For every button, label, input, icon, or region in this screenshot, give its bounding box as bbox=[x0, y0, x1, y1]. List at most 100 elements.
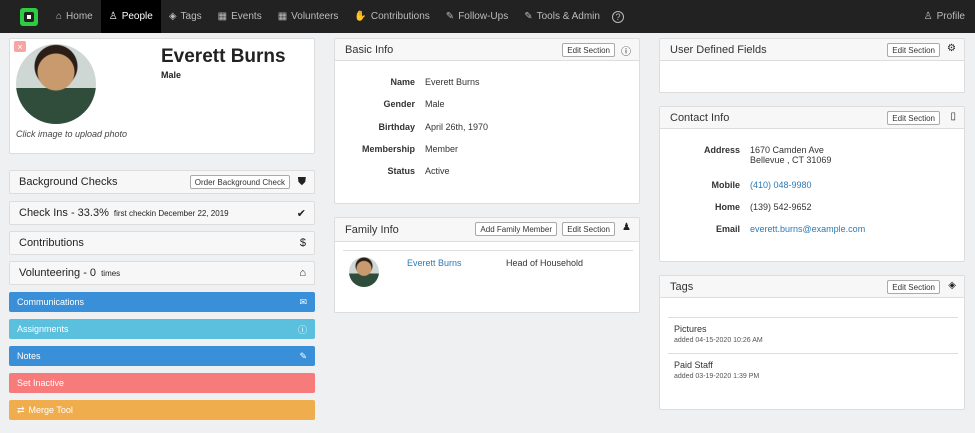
basic-row-status: Status Active bbox=[335, 166, 450, 176]
check-circle-icon: ✔ bbox=[296, 207, 306, 220]
nav-contributions[interactable]: ✋ Contributions bbox=[346, 0, 437, 33]
basic-info-card: Basic Info Edit Section ⓘ Name Everett Bu… bbox=[334, 38, 640, 204]
edit-family-info-button[interactable]: Edit Section bbox=[562, 222, 615, 236]
contact-row-address: Address 1670 Camden Ave Bellevue , CT 310… bbox=[660, 145, 831, 165]
profile-card: × Everett Burns Male Click image to uplo… bbox=[9, 38, 315, 154]
nav-label: Tools & Admin bbox=[536, 11, 600, 22]
family-member-role: Head of Household bbox=[506, 258, 584, 268]
exchange-icon: ⇄ bbox=[17, 404, 25, 415]
contact-row-email: Email everett.burns@example.com bbox=[660, 224, 865, 234]
nav-label: Events bbox=[231, 11, 262, 22]
row-value: 1670 Camden Ave Bellevue , CT 31069 bbox=[750, 145, 831, 165]
basic-info-header: Basic Info Edit Section ⓘ bbox=[335, 39, 639, 61]
row-value: Male bbox=[425, 99, 445, 109]
user-icon: ♙ bbox=[923, 11, 933, 22]
tags-icon: ◈ bbox=[168, 11, 177, 22]
row-value: Member bbox=[425, 144, 459, 154]
row-label: Membership bbox=[361, 144, 415, 154]
user-icon: ♙ bbox=[108, 11, 118, 22]
user-defined-fields-header: User Defined Fields Edit Section ⚙ bbox=[660, 39, 964, 61]
merge-tool-button[interactable]: ⇄ Merge Tool bbox=[9, 400, 315, 420]
mobile-icon: ▯ bbox=[950, 111, 956, 122]
nav-label: Tags bbox=[180, 11, 202, 22]
delete-photo-button[interactable]: × bbox=[14, 41, 26, 52]
row-label: Birthday bbox=[378, 122, 415, 132]
contact-row-mobile: Mobile (410) 048-9980 bbox=[660, 180, 812, 190]
nav-events[interactable]: ▦ Events bbox=[210, 0, 270, 33]
set-inactive-button[interactable]: Set Inactive bbox=[9, 373, 315, 393]
edit-contact-info-button[interactable]: Edit Section bbox=[887, 111, 940, 125]
panel-label: Background Checks bbox=[19, 176, 118, 188]
button-label: Communications bbox=[17, 297, 85, 307]
nav-profile[interactable]: ♙ Profile bbox=[924, 0, 965, 33]
edit-basic-info-button[interactable]: Edit Section bbox=[562, 43, 615, 57]
nav-tools-admin[interactable]: ✎ Tools & Admin bbox=[516, 0, 608, 33]
check-ins-panel[interactable]: Check Ins - 33.3% first checkin December… bbox=[9, 201, 315, 225]
email-link[interactable]: everett.burns@example.com bbox=[750, 224, 865, 234]
person-name: Everett Burns bbox=[161, 46, 286, 67]
card-title: User Defined Fields bbox=[670, 43, 767, 56]
panel-label: Check Ins - 33.3% bbox=[19, 207, 109, 219]
button-label: Assignments bbox=[17, 324, 69, 334]
nav-label: People bbox=[121, 11, 153, 22]
tag-name: Paid Staff bbox=[674, 360, 713, 370]
basic-row-birthday: Birthday April 26th, 1970 bbox=[335, 122, 488, 132]
top-navbar: ⌂ Home ♙ People ◈ Tags ▦ Events ▦ Volunteers … bbox=[0, 0, 975, 33]
assignments-button[interactable]: Assignments ⓘ bbox=[9, 319, 315, 339]
row-label: Email bbox=[715, 224, 740, 234]
card-title: Family Info bbox=[345, 223, 399, 236]
button-label: Merge Tool bbox=[28, 405, 73, 415]
info-icon: ⓘ bbox=[297, 324, 307, 335]
divider bbox=[668, 353, 958, 354]
basic-row-gender: Gender Male bbox=[335, 99, 445, 109]
home-phone: (139) 542-9652 bbox=[750, 202, 812, 212]
add-family-member-button[interactable]: Add Family Member bbox=[475, 222, 557, 236]
edit-user-defined-button[interactable]: Edit Section bbox=[887, 43, 940, 57]
panel-label: Volunteering - 0 bbox=[19, 267, 97, 279]
nav-volunteers[interactable]: ▦ Volunteers bbox=[270, 0, 347, 33]
help-icon[interactable]: ? bbox=[611, 10, 624, 23]
tags-header: Tags Edit Section ◈ bbox=[660, 276, 964, 298]
shield-icon: ⛊ bbox=[297, 175, 306, 188]
person-gender: Male bbox=[161, 70, 182, 80]
tag-item[interactable]: Paid Staff added 03-19-2020 1:39 PM bbox=[674, 360, 759, 380]
mobile-phone-link[interactable]: (410) 048-9980 bbox=[750, 180, 812, 190]
basic-row-name: Name Everett Burns bbox=[335, 77, 479, 87]
nav-tags[interactable]: ◈ Tags bbox=[161, 0, 210, 33]
order-background-check-button[interactable]: Order Background Check bbox=[189, 175, 290, 189]
app-logo[interactable] bbox=[20, 7, 38, 26]
edit-tags-button[interactable]: Edit Section bbox=[887, 280, 940, 294]
nav-label: Follow-Ups bbox=[458, 11, 509, 22]
row-label: Status bbox=[387, 166, 415, 176]
envelope-icon: ✉ bbox=[299, 296, 307, 307]
profile-photo[interactable] bbox=[16, 44, 96, 124]
tags-card: Tags Edit Section ◈ Pictures added 04-15… bbox=[659, 275, 965, 410]
tag-item[interactable]: Pictures added 04-15-2020 10:26 AM bbox=[674, 324, 763, 344]
family-member-name-link[interactable]: Everett Burns bbox=[407, 258, 462, 268]
user-defined-fields-card: User Defined Fields Edit Section ⚙ bbox=[659, 38, 965, 93]
volunteering-detail: times bbox=[101, 268, 121, 278]
calendar-icon: ▦ bbox=[217, 11, 228, 22]
tag-name: Pictures bbox=[674, 324, 707, 334]
dollar-icon: $ bbox=[299, 237, 306, 249]
nav-follow-ups[interactable]: ✎ Follow-Ups bbox=[438, 0, 516, 33]
nav-home[interactable]: ⌂ Home bbox=[48, 0, 101, 33]
card-title: Basic Info bbox=[345, 43, 394, 56]
card-title: Tags bbox=[670, 280, 694, 293]
contact-info-card: Contact Info Edit Section ▯ Address 1670… bbox=[659, 106, 965, 262]
nav-people[interactable]: ♙ People bbox=[100, 0, 161, 33]
communications-button[interactable]: Communications ✉ bbox=[9, 292, 315, 312]
row-value: April 26th, 1970 bbox=[425, 122, 489, 132]
notes-button[interactable]: Notes ✎ bbox=[9, 346, 315, 366]
background-checks-panel[interactable]: Background Checks Order Background Check… bbox=[9, 170, 315, 194]
contact-row-home: Home (139) 542-9652 bbox=[660, 202, 812, 212]
family-info-card: Family Info Add Family Member Edit Secti… bbox=[334, 217, 640, 313]
button-label: Notes bbox=[17, 351, 41, 361]
family-member-avatar[interactable] bbox=[349, 257, 379, 287]
volunteering-panel[interactable]: Volunteering - 0 times ⌂ bbox=[9, 261, 315, 285]
contributions-panel[interactable]: Contributions $ bbox=[9, 231, 315, 255]
nav-label: Volunteers bbox=[291, 11, 339, 22]
row-value: Active bbox=[425, 166, 450, 176]
tag-added-date: added 04-15-2020 10:26 AM bbox=[674, 337, 763, 344]
gear-icon: ⚙ bbox=[947, 43, 956, 54]
